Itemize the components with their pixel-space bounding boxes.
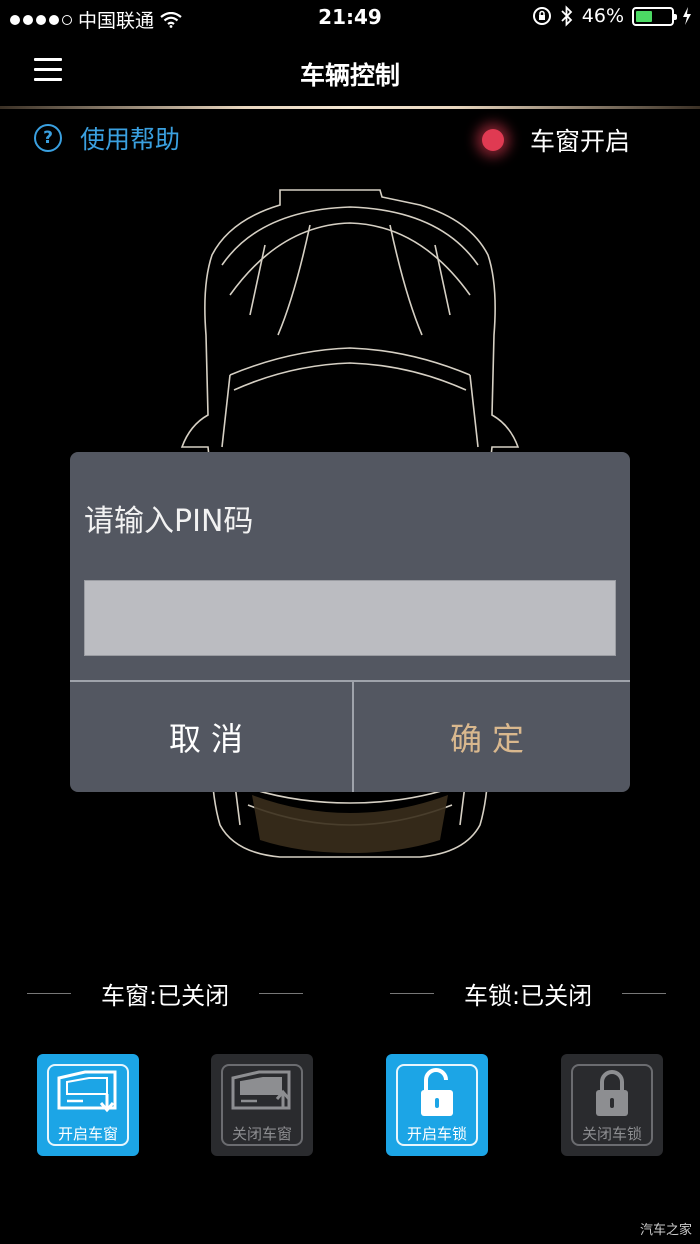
divider-line bbox=[390, 993, 434, 994]
status-right: 46% bbox=[532, 5, 692, 27]
open-window-button[interactable]: 开启车窗 bbox=[37, 1054, 139, 1156]
unlock-icon bbox=[421, 1068, 453, 1116]
page-title: 车辆控制 bbox=[299, 61, 400, 90]
help-icon: ? bbox=[34, 124, 62, 152]
divider-line bbox=[27, 993, 71, 994]
window-state: 车窗:已关闭 bbox=[27, 976, 304, 1011]
window-open-alert-dot bbox=[481, 129, 504, 151]
lock-label: 关闭车锁 bbox=[581, 1125, 642, 1143]
dialog-title: 请输入PIN码 bbox=[84, 504, 254, 539]
battery-fill bbox=[636, 10, 652, 22]
lock-state: 车锁:已关闭 bbox=[390, 976, 667, 1011]
lock-button[interactable]: 关闭车锁 bbox=[561, 1054, 663, 1156]
window-state-label: 车窗:已关闭 bbox=[101, 982, 230, 1010]
pin-input[interactable] bbox=[84, 580, 616, 656]
help-link[interactable]: ? 使用帮助 bbox=[34, 120, 180, 156]
divider-line bbox=[259, 993, 304, 994]
close-window-label: 关闭车窗 bbox=[231, 1125, 292, 1143]
close-window-button[interactable]: 关闭车窗 bbox=[211, 1054, 313, 1156]
window-status-indicator: 车窗开启 bbox=[481, 122, 630, 158]
unlock-button[interactable]: 开启车锁 bbox=[386, 1054, 488, 1156]
confirm-button[interactable]: 确定 bbox=[354, 682, 630, 792]
watermark: 汽车之家 bbox=[639, 1223, 692, 1238]
battery-percent: 46% bbox=[581, 5, 624, 27]
nav-divider bbox=[0, 106, 700, 109]
pin-dialog: 请输入PIN码 取消 确定 bbox=[70, 452, 630, 792]
bluetooth-icon bbox=[561, 5, 573, 27]
unlock-label: 开启车锁 bbox=[406, 1125, 467, 1143]
help-label: 使用帮助 bbox=[80, 125, 181, 154]
divider-line bbox=[622, 993, 667, 994]
rotation-lock-icon bbox=[532, 7, 551, 25]
charging-icon bbox=[683, 7, 691, 25]
window-close-icon bbox=[231, 1070, 291, 1110]
status-bar: 中国联通 21:49 46% bbox=[0, 0, 700, 36]
open-window-label: 开启车窗 bbox=[57, 1125, 118, 1143]
battery-icon bbox=[632, 6, 677, 26]
cancel-button[interactable]: 取消 bbox=[70, 682, 352, 792]
window-open-icon bbox=[57, 1070, 117, 1113]
lock-state-label: 车锁:已关闭 bbox=[464, 982, 593, 1010]
nav-bar: 车辆控制 bbox=[0, 36, 700, 108]
lock-icon bbox=[596, 1070, 628, 1116]
window-status-label: 车窗开启 bbox=[529, 127, 630, 156]
